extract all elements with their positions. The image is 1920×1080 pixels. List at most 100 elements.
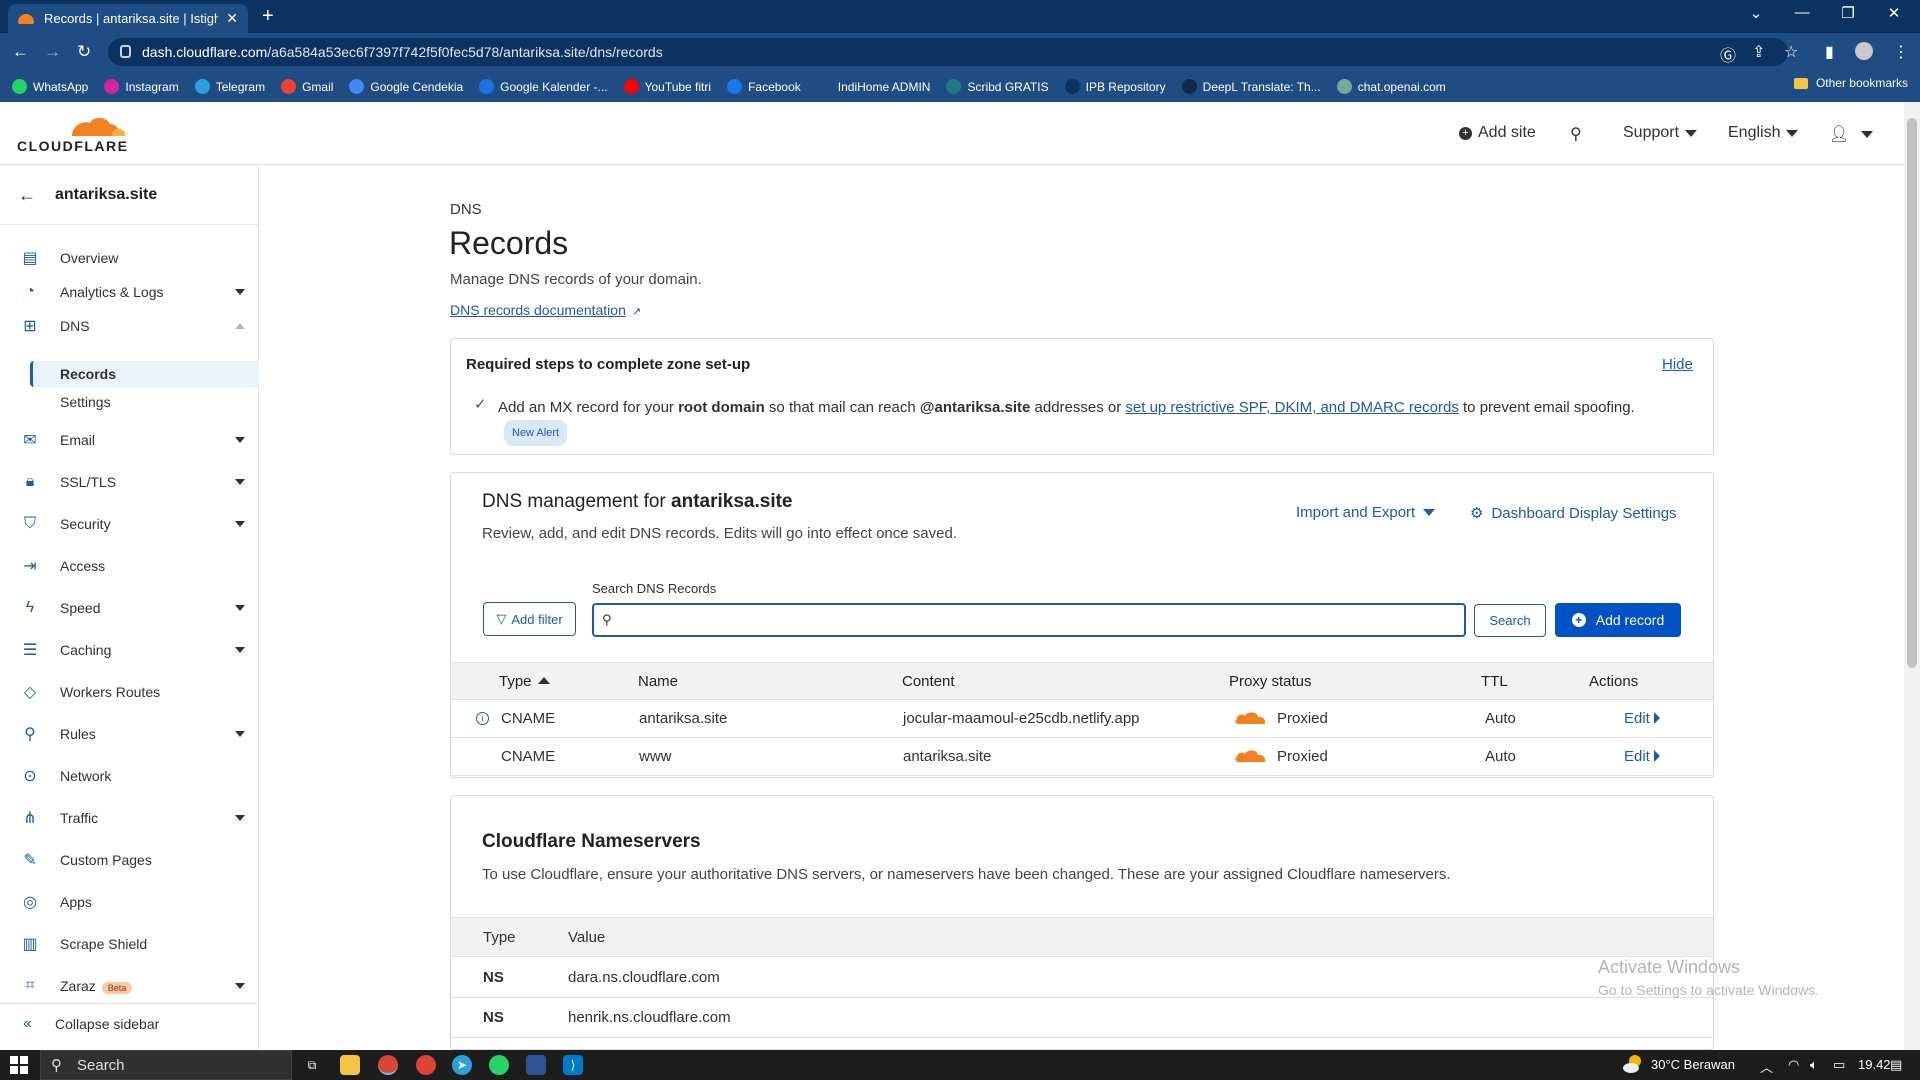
bookmark-item[interactable]: DeepL Translate: Th...: [1181, 79, 1321, 94]
back-icon[interactable]: ←: [12, 42, 29, 62]
col-ttl[interactable]: TTL: [1481, 673, 1508, 690]
chrome-icon[interactable]: [378, 1055, 398, 1075]
weather-text[interactable]: 30°C Berawan: [1651, 1057, 1735, 1072]
forward-icon[interactable]: →: [44, 42, 61, 62]
notifications-icon[interactable]: ▤: [1890, 1057, 1902, 1073]
sidebar-item-dns[interactable]: ⊞ DNS: [0, 310, 259, 342]
reload-icon[interactable]: ↻: [77, 42, 91, 62]
bookmark-item[interactable]: Gmail: [281, 79, 333, 94]
new-tab-icon[interactable]: +: [262, 5, 274, 28]
sidebar-item-ssl-tls[interactable]: 🔒︎ SSL/TLS: [0, 466, 259, 498]
sidebar-item-custom-pages[interactable]: ✎ Custom Pages: [0, 844, 259, 876]
side-panel-icon[interactable]: ▮: [1825, 42, 1834, 62]
ns-value[interactable]: henrik.ns.cloudflare.com: [568, 1009, 731, 1026]
sidebar-item-access[interactable]: ⇥ Access: [0, 550, 259, 582]
volume-icon[interactable]: 🔈︎: [1810, 1057, 1818, 1073]
add-filter-button[interactable]: ▽ Add filter: [483, 602, 576, 636]
tab-search-icon[interactable]: ⌄: [1733, 4, 1779, 22]
other-bookmarks[interactable]: Other bookmarks: [1793, 76, 1908, 90]
bookmark-item[interactable]: IPB Repository: [1064, 79, 1166, 94]
bookmark-item[interactable]: Google Cendekia: [349, 79, 463, 94]
sidebar-item-traffic[interactable]: ⋔ Traffic: [0, 802, 259, 834]
bookmark-item[interactable]: Google Kalender -...: [479, 79, 608, 94]
user-menu[interactable]: 👤︎: [1829, 124, 1874, 144]
menu-kebab-icon[interactable]: ⋮: [1893, 42, 1909, 62]
sidebar-item-network[interactable]: ⊙ Network: [0, 760, 259, 792]
spf-dkim-dmarc-link[interactable]: set up restrictive SPF, DKIM, and DMARC …: [1125, 399, 1458, 416]
hide-link[interactable]: Hide: [1662, 356, 1693, 373]
star-icon[interactable]: ☆: [1784, 42, 1798, 62]
app-icon[interactable]: [526, 1055, 546, 1075]
dns-docs-link[interactable]: DNS records documentation ↗: [450, 302, 641, 318]
edit-record-button[interactable]: Edit: [1624, 748, 1660, 765]
bookmark-item[interactable]: chat.openai.com: [1336, 79, 1446, 94]
close-window-icon[interactable]: ✕: [1871, 4, 1917, 22]
table-row[interactable]: i CNAME antariksa.site jocular-maamoul-e25c…: [451, 700, 1713, 738]
col-name[interactable]: Name: [638, 673, 678, 690]
bookmark-item[interactable]: Scribd GRATIS: [946, 79, 1049, 94]
add-site-button[interactable]: + Add site: [1459, 124, 1536, 142]
bookmark-item[interactable]: WhatsApp: [12, 79, 88, 94]
search-button[interactable]: Search: [1474, 604, 1546, 637]
ns-value[interactable]: dara.ns.cloudflare.com: [568, 969, 720, 986]
close-tab-icon[interactable]: ✕: [226, 10, 238, 27]
bookmark-item[interactable]: Instagram: [104, 79, 179, 94]
col-content[interactable]: Content: [902, 673, 955, 690]
bookmark-item[interactable]: IndiHome ADMIN: [816, 79, 930, 94]
search-dns-input[interactable]: [592, 603, 1466, 637]
sidebar-item-caching[interactable]: ☰ Caching: [0, 634, 259, 666]
sidebar-item-zaraz[interactable]: ⌗ Zaraz Beta: [0, 970, 259, 1002]
sidebar-item-apps[interactable]: ◎ Apps: [0, 886, 259, 918]
wifi-icon[interactable]: ◠: [1788, 1057, 1799, 1073]
minimize-icon[interactable]: —: [1779, 4, 1825, 21]
import-export-dropdown[interactable]: Import and Export: [1296, 504, 1436, 521]
info-icon[interactable]: i: [476, 712, 489, 725]
language-dropdown[interactable]: English: [1728, 124, 1799, 142]
share-icon[interactable]: ⇪: [1752, 42, 1765, 62]
sidebar-item-security[interactable]: ⛉ Security: [0, 508, 259, 540]
url-bar[interactable]: dash.cloudflare.com/a6a584a53ec6f7397f74…: [108, 38, 1788, 66]
table-row[interactable]: CNAME www antariksa.site Proxied Auto Edit: [451, 738, 1713, 776]
clock[interactable]: 19.42: [1858, 1057, 1891, 1072]
sidebar-item-speed[interactable]: ϟ Speed: [0, 592, 259, 624]
sidebar-item-workers-routes[interactable]: ◇ Workers Routes: [0, 676, 259, 708]
task-view-icon[interactable]: ⧉: [302, 1055, 322, 1075]
sidebar-item-email[interactable]: ✉ Email: [0, 424, 259, 456]
taskbar-search[interactable]: ⚲ Search: [40, 1050, 292, 1080]
sidebar-item-analytics-logs[interactable]: ◔ Analytics & Logs: [0, 276, 259, 308]
restore-icon[interactable]: ❐: [1825, 4, 1871, 22]
col-type[interactable]: Type: [499, 673, 550, 690]
file-explorer-icon[interactable]: [340, 1055, 360, 1075]
sidebar-item-overview[interactable]: ▤ Overview: [0, 242, 259, 274]
edit-record-button[interactable]: Edit: [1624, 710, 1660, 727]
sidebar-item-scrape-shield[interactable]: ▥ Scrape Shield: [0, 928, 259, 960]
document-icon: ▤: [22, 250, 38, 267]
telegram-icon[interactable]: ➤: [452, 1055, 472, 1075]
bookmark-item[interactable]: Facebook: [727, 79, 801, 94]
record-type: CNAME: [501, 710, 556, 727]
sidebar-item-rules[interactable]: ⚲ Rules: [0, 718, 259, 750]
back-arrow-icon[interactable]: ←: [18, 185, 36, 206]
support-dropdown[interactable]: Support: [1623, 124, 1698, 142]
collapse-sidebar-button[interactable]: « Collapse sidebar: [0, 1003, 259, 1043]
whatsapp-icon[interactable]: [489, 1055, 509, 1075]
search-icon[interactable]: ⚲: [1570, 124, 1582, 144]
chevron-up-icon[interactable]: ︿: [1760, 1057, 1773, 1076]
bookmark-item[interactable]: YouTube fitri: [623, 79, 711, 94]
proxied-cloud-icon: [1235, 750, 1266, 762]
google-lens-icon[interactable]: Ⓖ: [1720, 42, 1736, 66]
battery-icon[interactable]: ▭: [1833, 1057, 1845, 1073]
windows-start-icon[interactable]: [10, 1056, 28, 1074]
chrome-profile-icon[interactable]: [416, 1055, 436, 1075]
add-record-button[interactable]: + Add record: [1555, 603, 1681, 637]
sidebar-subitem-settings[interactable]: Settings: [30, 389, 259, 415]
vscode-icon[interactable]: ⟩: [563, 1055, 583, 1075]
profile-avatar[interactable]: [1855, 42, 1873, 60]
weather-cloudy-icon[interactable]: [1622, 1053, 1644, 1075]
scrollbar-thumb[interactable]: [1907, 118, 1917, 668]
dashboard-display-settings-button[interactable]: ⚙ Dashboard Display Settings: [1470, 504, 1677, 523]
bookmark-item[interactable]: Telegram: [194, 79, 265, 94]
browser-tab[interactable]: Records | antariksa.site | Istighfar ✕: [8, 4, 248, 33]
col-proxy-status[interactable]: Proxy status: [1229, 673, 1312, 690]
sidebar-subitem-records[interactable]: Records: [30, 361, 259, 387]
